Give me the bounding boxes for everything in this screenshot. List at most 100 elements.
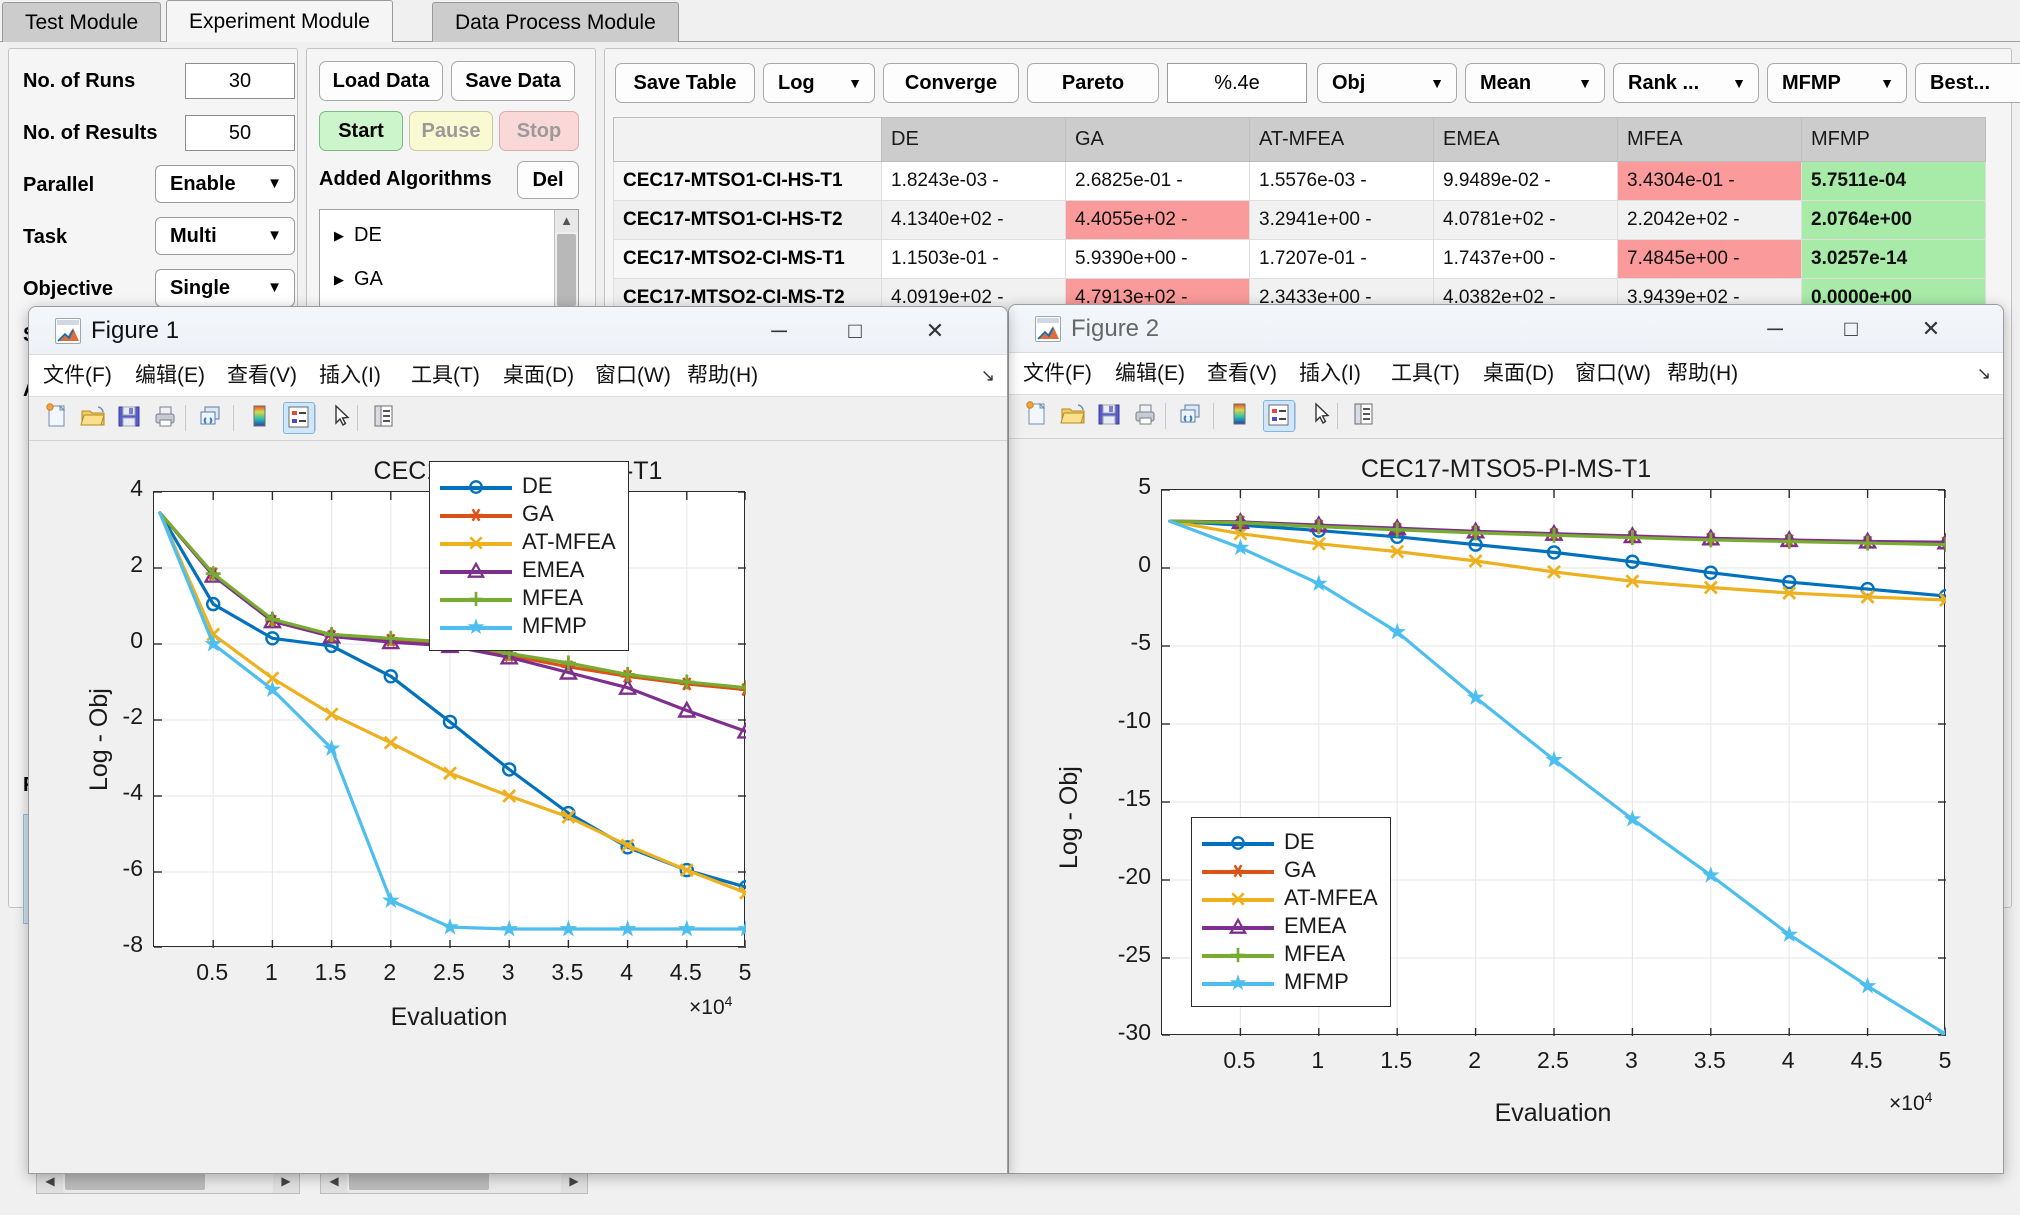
statistic-dropdown[interactable]: Mean ▼ [1465,63,1605,103]
figure-menu-item[interactable]: 窗口(W) [595,355,671,397]
table-cell[interactable]: 2.2042e+02 - [1617,200,1802,240]
log-dropdown[interactable]: Log ▼ [763,63,875,103]
figure1-menu-bar[interactable]: ↘ 文件(F) 编辑(E) 查看(V) 插入(I) 工具(T) 桌面(D) 窗口(W) 帮助(… [29,355,1007,397]
legend-item[interactable]: AT-MFEA [430,529,628,554]
pareto-button[interactable]: Pareto [1027,63,1159,103]
figure-menu-item[interactable]: 桌面(D) [503,355,574,397]
legend-item[interactable]: MFMP [1192,969,1390,994]
table-cell[interactable]: 1.5576e-03 - [1249,161,1434,201]
table-column-header[interactable]: EMEA [1433,117,1618,162]
figure-menu-item[interactable]: 帮助(H) [687,355,758,397]
legend-item[interactable]: GA [1192,857,1390,882]
results-input[interactable]: 50 [185,115,295,151]
save-data-button[interactable]: Save Data [451,61,575,101]
colorbar-icon[interactable] [245,402,277,434]
table-column-header[interactable]: MFEA [1617,117,1802,162]
table-cell[interactable]: 9.9489e-02 - [1433,161,1618,201]
table-column-header[interactable]: AT-MFEA [1249,117,1434,162]
scroll-up-icon[interactable]: ▲ [555,210,578,232]
table-cell[interactable]: 5.9390e+00 - [1065,239,1250,279]
open-folder-icon[interactable] [1059,400,1091,432]
legend-item[interactable]: DE [430,473,628,498]
start-button[interactable]: Start [319,111,403,151]
expand-triangle-icon[interactable]: ▶ [334,228,344,244]
legend-item[interactable]: GA [430,501,628,526]
legend-item[interactable]: MFMP [430,613,628,638]
table-row[interactable]: CEC17-MTSO1-CI-HS-T1 1.8243e-03 -2.6825e-… [613,161,1986,201]
parallel-dropdown[interactable]: Enable ▼ [155,165,295,203]
figure2-legend[interactable]: DE GA AT-MFEA EMEA MFEA MFMP [1191,817,1391,1007]
legend-item[interactable]: AT-MFEA [1192,885,1390,910]
table-cell[interactable]: 4.0781e+02 - [1433,200,1618,240]
objective-dropdown[interactable]: Single ▼ [155,269,295,307]
scroll-thumb[interactable] [349,1172,489,1190]
print-icon[interactable] [151,402,183,434]
table-cell[interactable]: 1.1503e-01 - [881,239,1066,279]
tab-test-module[interactable]: Test Module [2,2,162,42]
table-cell[interactable]: 5.7511e-04 [1801,161,1986,201]
table-row[interactable]: CEC17-MTSO2-CI-MS-T1 1.1503e-01 -5.9390e+… [613,239,1986,279]
figure-menu-item[interactable]: 工具(T) [1391,353,1460,395]
list-item[interactable]: ▶ GA [334,268,383,291]
open-folder-icon[interactable] [79,402,111,434]
table-row[interactable]: CEC17-MTSO1-CI-HS-T2 4.1340e+02 -4.4055e+… [613,200,1986,240]
baseline-dropdown[interactable]: MFMP ▼ [1767,63,1907,103]
stop-button[interactable]: Stop [499,111,579,151]
table-column-header[interactable]: DE [881,117,1066,162]
figure1-toolbar[interactable] [29,397,1007,441]
table-cell[interactable]: 1.7437e+00 - [1433,239,1618,279]
legend-icon[interactable] [1263,400,1295,432]
scroll-thumb[interactable] [65,1172,205,1190]
new-figure-icon[interactable] [43,402,75,434]
figure1-title-bar[interactable]: Figure 1 ─ □ ✕ [29,307,1007,355]
figure-menu-item[interactable]: 帮助(H) [1667,353,1738,395]
figure1-dock-icon[interactable]: ↘ [981,355,995,397]
property-inspector-icon[interactable] [1349,400,1381,432]
table-column-header[interactable]: GA [1065,117,1250,162]
figure2-toolbar[interactable] [1009,395,2003,439]
figure2-menu-bar[interactable]: ↘ 文件(F) 编辑(E) 查看(V) 插入(I) 工具(T) 桌面(D) 窗口(W) 帮助(… [1009,353,2003,395]
figure-menu-item[interactable]: 文件(F) [1023,353,1092,395]
table-cell[interactable]: 7.4845e+00 - [1617,239,1802,279]
pause-button[interactable]: Pause [409,111,493,151]
table-cell[interactable]: 3.4304e-01 - [1617,161,1802,201]
table-corner-header[interactable] [613,117,882,162]
scroll-thumb[interactable] [557,234,576,306]
figure-menu-item[interactable]: 查看(V) [1207,353,1277,395]
figure2-window[interactable]: Figure 2 ─ □ ✕ ↘ 文件(F) 编辑(E) 查看(V) 插入(I) 工具(… [1008,304,2004,1174]
save-icon[interactable] [115,402,147,434]
delete-algorithm-button[interactable]: Del [517,161,579,199]
obj-dropdown[interactable]: Obj ▼ [1317,63,1457,103]
figure1-window[interactable]: Figure 1 ─ □ ✕ ↘ 文件(F) 编辑(E) 查看(V) 插入(I) 工具(… [28,306,1008,1174]
legend-item[interactable]: MFEA [430,585,628,610]
legend-item[interactable]: MFEA [1192,941,1390,966]
tab-data-process-module[interactable]: Data Process Module [432,2,679,42]
save-icon[interactable] [1095,400,1127,432]
figure-menu-item[interactable]: 窗口(W) [1575,353,1651,395]
figure-menu-item[interactable]: 查看(V) [227,355,297,397]
legend-item[interactable]: EMEA [430,557,628,582]
task-dropdown[interactable]: Multi ▼ [155,217,295,255]
best-dropdown[interactable]: Best...▼ [1915,63,2020,103]
figure1-legend[interactable]: DE GA AT-MFEA EMEA MFEA MFMP [429,461,629,651]
expand-triangle-icon[interactable]: ▶ [334,272,344,288]
link-plot-icon[interactable] [197,402,229,434]
figure2-maximize-button[interactable]: □ [1819,305,1883,353]
runs-input[interactable]: 30 [185,63,295,99]
figure-menu-item[interactable]: 桌面(D) [1483,353,1554,395]
table-cell[interactable]: 3.0257e-14 [1801,239,1986,279]
property-inspector-icon[interactable] [369,402,401,434]
tab-experiment-module[interactable]: Experiment Module [166,0,393,42]
figure2-title-bar[interactable]: Figure 2 ─ □ ✕ [1009,305,2003,353]
converge-button[interactable]: Converge [883,63,1019,103]
save-table-button[interactable]: Save Table [615,63,755,103]
figure-menu-item[interactable]: 文件(F) [43,355,112,397]
table-cell[interactable]: 2.6825e-01 - [1065,161,1250,201]
number-format-input[interactable]: %.4e [1167,63,1307,103]
print-icon[interactable] [1131,400,1163,432]
figure-menu-item[interactable]: 编辑(E) [1115,353,1185,395]
table-cell[interactable]: 1.8243e-03 - [881,161,1066,201]
link-plot-icon[interactable] [1177,400,1209,432]
legend-icon[interactable] [283,402,315,434]
table-cell[interactable]: 3.2941e+00 - [1249,200,1434,240]
